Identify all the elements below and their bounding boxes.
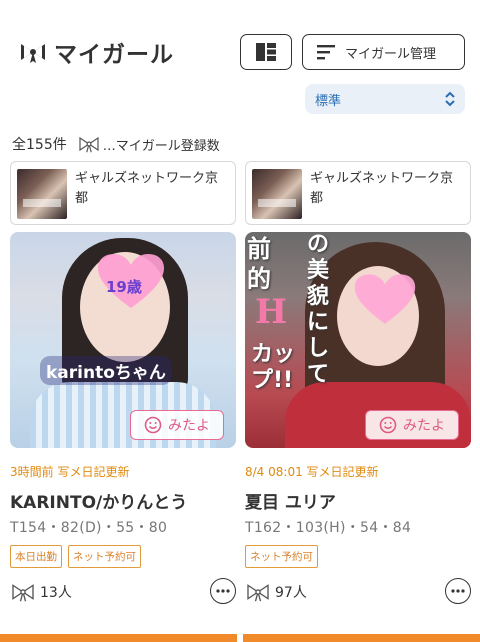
legend-text: …マイガール登録数 <box>102 138 220 154</box>
header: マイガール マイガール管理 <box>0 30 480 74</box>
girl-photo[interactable]: の美貌にして 前的 H カップ!! みたよ <box>245 232 471 448</box>
shop-name: ギャルズネットワーク京都 <box>75 171 219 206</box>
shop-link[interactable]: ギャルズネットワーク京都 <box>245 161 471 225</box>
shop-name: ギャルズネットワーク京都 <box>310 171 454 206</box>
page-title: マイガール <box>54 42 174 68</box>
layout-toggle-button[interactable] <box>240 34 292 70</box>
favorite-count: 97人 <box>275 585 307 601</box>
sort-select[interactable]: 標準 <box>305 84 465 114</box>
chevron-updown-icon <box>445 91 455 107</box>
mitayo-label: みたよ <box>403 418 445 434</box>
photo-cup-letter: H <box>255 292 288 332</box>
sort-selected-value: 標準 <box>315 93 342 109</box>
smile-icon <box>379 416 397 434</box>
mitayo-button[interactable]: みたよ <box>130 410 224 440</box>
photo-cup-text: カップ!! <box>251 342 296 393</box>
title-wrap: マイガール <box>18 35 174 69</box>
shop-thumbnail <box>17 169 67 219</box>
result-summary: 全155件 …マイガール登録数 <box>12 134 220 154</box>
badge-list: 本日出勤 ネット予約可 <box>10 545 236 568</box>
photo-caption: karintoちゃん <box>40 356 172 385</box>
mitayo-button[interactable]: みたよ <box>365 410 459 440</box>
shop-thumbnail <box>252 169 302 219</box>
photo-caption-left: 前的 <box>247 235 271 293</box>
bottom-bar-divider <box>237 634 243 642</box>
bottom-action-bar[interactable] <box>0 634 480 642</box>
girl-card: ギャルズネットワーク京都 19歳 karintoちゃん みたよ 3時間前 写メ日… <box>10 161 236 606</box>
badge-net-reserve: ネット予約可 <box>245 545 318 568</box>
mygirl-manage-button[interactable]: マイガール管理 <box>302 34 465 70</box>
shop-link[interactable]: ギャルズネットワーク京都 <box>10 161 236 225</box>
girl-spec: T154・82(D)・55・80 <box>10 520 168 536</box>
badge-list: ネット予約可 <box>245 545 471 568</box>
total-count: 全155件 <box>12 137 67 153</box>
ribbon-outline-icon <box>12 584 34 602</box>
girl-name[interactable]: 夏目 ユリア <box>245 488 471 513</box>
favorite-row: 13人 <box>10 578 236 606</box>
heart-icon <box>354 274 416 324</box>
favorite-count: 13人 <box>40 585 72 601</box>
favorite-row: 97人 <box>245 578 471 606</box>
smile-icon <box>144 416 162 434</box>
badge-net-reserve: ネット予約可 <box>68 545 141 568</box>
mitayo-label: みたよ <box>168 418 210 434</box>
ribbon-outline-icon <box>247 584 269 602</box>
photo-caption-vertical: の美貌にして <box>307 232 330 387</box>
badge-today: 本日出勤 <box>10 545 62 568</box>
update-text: 8/4 08:01 写メ日記更新 <box>245 465 379 479</box>
photo-age-text: 19歳 <box>106 278 142 296</box>
update-text: 3時間前 写メ日記更新 <box>10 465 130 479</box>
ribbon-icon <box>21 44 45 63</box>
girl-card: ギャルズネットワーク京都 の美貌にして 前的 H カップ!! みたよ 8/4 0… <box>245 161 471 606</box>
girl-photo[interactable]: 19歳 karintoちゃん みたよ <box>10 232 236 448</box>
girl-name[interactable]: KARINTO/かりんとう <box>10 488 236 513</box>
girl-spec: T162・103(H)・54・84 <box>245 520 412 536</box>
ribbon-outline-icon <box>79 136 99 153</box>
manage-label: マイガール管理 <box>345 46 437 62</box>
more-button[interactable] <box>210 578 236 604</box>
more-icon <box>216 589 230 593</box>
more-button[interactable] <box>445 578 471 604</box>
list-lines-icon <box>317 45 335 60</box>
grid-layout-icon <box>256 43 276 61</box>
more-icon <box>451 589 465 593</box>
